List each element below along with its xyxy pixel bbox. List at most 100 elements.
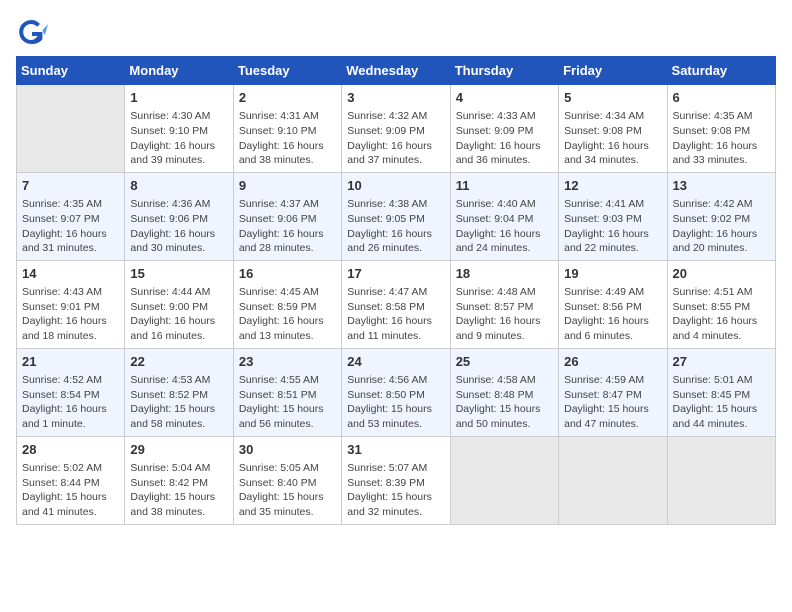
column-header-monday: Monday [125, 57, 233, 85]
day-number: 7 [22, 177, 119, 195]
calendar-cell: 18 Sunrise: 4:48 AM Sunset: 8:57 PM Dayli… [450, 260, 558, 348]
calendar-cell: 8 Sunrise: 4:36 AM Sunset: 9:06 PM Daylig… [125, 172, 233, 260]
day-number: 31 [347, 441, 444, 459]
day-info: Sunrise: 4:53 AM Sunset: 8:52 PM Dayligh… [130, 373, 227, 432]
day-info: Sunrise: 5:04 AM Sunset: 8:42 PM Dayligh… [130, 461, 227, 520]
calendar-cell [450, 436, 558, 524]
calendar-week-row: 21Sunrise: 4:52 AM Sunset: 8:54 PM Dayli… [17, 348, 776, 436]
calendar-cell: 23 Sunrise: 4:55 AM Sunset: 8:51 PM Dayli… [233, 348, 341, 436]
day-info: Sunrise: 4:31 AM Sunset: 9:10 PM Dayligh… [239, 109, 336, 168]
logo-icon [16, 16, 48, 48]
column-header-thursday: Thursday [450, 57, 558, 85]
day-info: Sunrise: 4:47 AM Sunset: 8:58 PM Dayligh… [347, 285, 444, 344]
day-info: Sunrise: 4:38 AM Sunset: 9:05 PM Dayligh… [347, 197, 444, 256]
calendar-table: SundayMondayTuesdayWednesdayThursdayFrid… [16, 56, 776, 525]
day-info: Sunrise: 4:43 AM Sunset: 9:01 PM Dayligh… [22, 285, 119, 344]
day-info: Sunrise: 4:55 AM Sunset: 8:51 PM Dayligh… [239, 373, 336, 432]
day-info: Sunrise: 4:52 AM Sunset: 8:54 PM Dayligh… [22, 373, 119, 432]
calendar-cell [559, 436, 667, 524]
calendar-cell: 26 Sunrise: 4:59 AM Sunset: 8:47 PM Dayli… [559, 348, 667, 436]
day-number: 19 [564, 265, 661, 283]
day-info: Sunrise: 4:44 AM Sunset: 9:00 PM Dayligh… [130, 285, 227, 344]
calendar-cell: 27 Sunrise: 5:01 AM Sunset: 8:45 PM Dayli… [667, 348, 775, 436]
day-info: Sunrise: 4:41 AM Sunset: 9:03 PM Dayligh… [564, 197, 661, 256]
calendar-cell: 28 Sunrise: 5:02 AM Sunset: 8:44 PM Dayli… [17, 436, 125, 524]
day-number: 25 [456, 353, 553, 371]
calendar-cell: 14Sunrise: 4:43 AM Sunset: 9:01 PM Dayli… [17, 260, 125, 348]
day-number: 2 [239, 89, 336, 107]
day-number: 10 [347, 177, 444, 195]
day-info: Sunrise: 4:32 AM Sunset: 9:09 PM Dayligh… [347, 109, 444, 168]
day-number: 23 [239, 353, 336, 371]
day-number: 5 [564, 89, 661, 107]
day-number: 20 [673, 265, 770, 283]
calendar-cell: 1 Sunrise: 4:30 AM Sunset: 9:10 PM Daylig… [125, 85, 233, 173]
day-info: Sunrise: 5:02 AM Sunset: 8:44 PM Dayligh… [22, 461, 119, 520]
calendar-week-row: 14Sunrise: 4:43 AM Sunset: 9:01 PM Dayli… [17, 260, 776, 348]
calendar-cell: 11Sunrise: 4:40 AM Sunset: 9:04 PM Dayli… [450, 172, 558, 260]
calendar-cell: 30Sunrise: 5:05 AM Sunset: 8:40 PM Dayli… [233, 436, 341, 524]
day-info: Sunrise: 5:07 AM Sunset: 8:39 PM Dayligh… [347, 461, 444, 520]
day-number: 3 [347, 89, 444, 107]
calendar-cell: 21Sunrise: 4:52 AM Sunset: 8:54 PM Dayli… [17, 348, 125, 436]
day-info: Sunrise: 4:33 AM Sunset: 9:09 PM Dayligh… [456, 109, 553, 168]
page-header [16, 16, 776, 48]
day-info: Sunrise: 4:49 AM Sunset: 8:56 PM Dayligh… [564, 285, 661, 344]
calendar-cell: 13Sunrise: 4:42 AM Sunset: 9:02 PM Dayli… [667, 172, 775, 260]
day-info: Sunrise: 4:34 AM Sunset: 9:08 PM Dayligh… [564, 109, 661, 168]
column-header-friday: Friday [559, 57, 667, 85]
calendar-cell: 24 Sunrise: 4:56 AM Sunset: 8:50 PM Dayli… [342, 348, 450, 436]
calendar-cell: 7 Sunrise: 4:35 AM Sunset: 9:07 PM Daylig… [17, 172, 125, 260]
day-info: Sunrise: 4:58 AM Sunset: 8:48 PM Dayligh… [456, 373, 553, 432]
day-number: 24 [347, 353, 444, 371]
day-info: Sunrise: 4:56 AM Sunset: 8:50 PM Dayligh… [347, 373, 444, 432]
calendar-cell: 29Sunrise: 5:04 AM Sunset: 8:42 PM Dayli… [125, 436, 233, 524]
day-number: 28 [22, 441, 119, 459]
day-number: 15 [130, 265, 227, 283]
day-number: 27 [673, 353, 770, 371]
calendar-cell [17, 85, 125, 173]
day-info: Sunrise: 4:42 AM Sunset: 9:02 PM Dayligh… [673, 197, 770, 256]
day-number: 6 [673, 89, 770, 107]
calendar-cell: 31 Sunrise: 5:07 AM Sunset: 8:39 PM Dayli… [342, 436, 450, 524]
column-header-sunday: Sunday [17, 57, 125, 85]
calendar-header-row: SundayMondayTuesdayWednesdayThursdayFrid… [17, 57, 776, 85]
logo [16, 16, 52, 48]
day-number: 26 [564, 353, 661, 371]
day-info: Sunrise: 4:51 AM Sunset: 8:55 PM Dayligh… [673, 285, 770, 344]
day-info: Sunrise: 4:35 AM Sunset: 9:07 PM Dayligh… [22, 197, 119, 256]
day-number: 22 [130, 353, 227, 371]
day-info: Sunrise: 5:05 AM Sunset: 8:40 PM Dayligh… [239, 461, 336, 520]
calendar-cell: 6 Sunrise: 4:35 AM Sunset: 9:08 PM Daylig… [667, 85, 775, 173]
calendar-cell [667, 436, 775, 524]
calendar-cell: 19 Sunrise: 4:49 AM Sunset: 8:56 PM Dayli… [559, 260, 667, 348]
day-info: Sunrise: 4:45 AM Sunset: 8:59 PM Dayligh… [239, 285, 336, 344]
calendar-cell: 2 Sunrise: 4:31 AM Sunset: 9:10 PM Daylig… [233, 85, 341, 173]
calendar-cell: 22 Sunrise: 4:53 AM Sunset: 8:52 PM Dayli… [125, 348, 233, 436]
day-info: Sunrise: 4:35 AM Sunset: 9:08 PM Dayligh… [673, 109, 770, 168]
day-number: 4 [456, 89, 553, 107]
day-info: Sunrise: 4:36 AM Sunset: 9:06 PM Dayligh… [130, 197, 227, 256]
calendar-week-row: 7 Sunrise: 4:35 AM Sunset: 9:07 PM Daylig… [17, 172, 776, 260]
day-number: 8 [130, 177, 227, 195]
calendar-cell: 25 Sunrise: 4:58 AM Sunset: 8:48 PM Dayli… [450, 348, 558, 436]
calendar-cell: 17 Sunrise: 4:47 AM Sunset: 8:58 PM Dayli… [342, 260, 450, 348]
day-info: Sunrise: 5:01 AM Sunset: 8:45 PM Dayligh… [673, 373, 770, 432]
day-number: 17 [347, 265, 444, 283]
calendar-cell: 20 Sunrise: 4:51 AM Sunset: 8:55 PM Dayli… [667, 260, 775, 348]
calendar-cell: 3 Sunrise: 4:32 AM Sunset: 9:09 PM Daylig… [342, 85, 450, 173]
calendar-cell: 15 Sunrise: 4:44 AM Sunset: 9:00 PM Dayli… [125, 260, 233, 348]
calendar-cell: 9Sunrise: 4:37 AM Sunset: 9:06 PM Daylig… [233, 172, 341, 260]
day-number: 16 [239, 265, 336, 283]
calendar-week-row: 1 Sunrise: 4:30 AM Sunset: 9:10 PM Daylig… [17, 85, 776, 173]
day-info: Sunrise: 4:30 AM Sunset: 9:10 PM Dayligh… [130, 109, 227, 168]
calendar-cell: 12Sunrise: 4:41 AM Sunset: 9:03 PM Dayli… [559, 172, 667, 260]
day-info: Sunrise: 4:48 AM Sunset: 8:57 PM Dayligh… [456, 285, 553, 344]
day-info: Sunrise: 4:37 AM Sunset: 9:06 PM Dayligh… [239, 197, 336, 256]
day-number: 18 [456, 265, 553, 283]
calendar-cell: 16 Sunrise: 4:45 AM Sunset: 8:59 PM Dayli… [233, 260, 341, 348]
day-number: 1 [130, 89, 227, 107]
day-info: Sunrise: 4:59 AM Sunset: 8:47 PM Dayligh… [564, 373, 661, 432]
calendar-cell: 10 Sunrise: 4:38 AM Sunset: 9:05 PM Dayli… [342, 172, 450, 260]
column-header-tuesday: Tuesday [233, 57, 341, 85]
